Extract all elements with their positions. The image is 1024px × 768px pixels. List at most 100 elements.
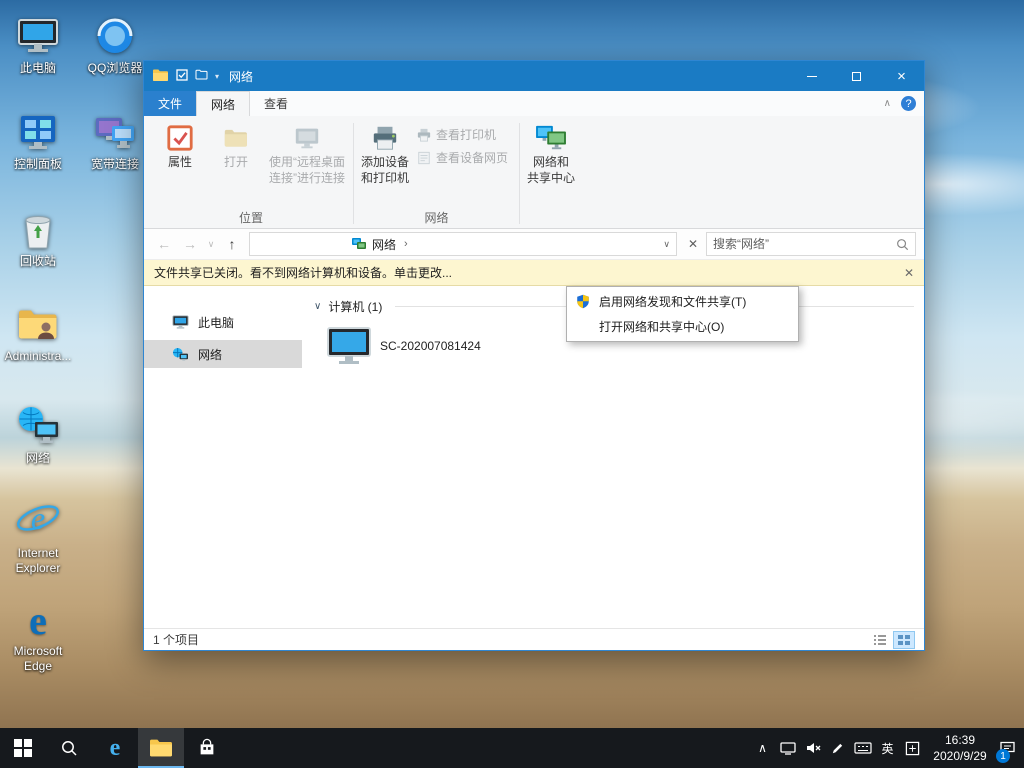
tab-file[interactable]: 文件 bbox=[144, 91, 196, 116]
forward-button[interactable]: → bbox=[178, 236, 202, 252]
nav-item-this-pc[interactable]: 此电脑 bbox=[144, 308, 302, 336]
ribbon-group-network: 添加设备 和打印机 查看打印机 查看设备网页 bbox=[357, 118, 516, 228]
computer-item-icon bbox=[326, 326, 372, 366]
uac-shield-icon bbox=[574, 294, 592, 309]
tray-network-icon[interactable] bbox=[775, 728, 800, 768]
tray-ime-language-indicator[interactable]: 英 bbox=[875, 728, 900, 768]
search-input[interactable] bbox=[707, 237, 896, 251]
tray-clock[interactable]: 16:39 2020/9/29 bbox=[925, 732, 995, 764]
recycle-bin-icon bbox=[0, 203, 76, 251]
notification-close-icon[interactable]: ✕ bbox=[904, 266, 914, 280]
notification-text: 文件共享已关闭。看不到网络计算机和设备。单击更改... bbox=[154, 264, 452, 281]
tray-ime-toolbar-icon[interactable] bbox=[900, 728, 925, 768]
desktop-icon-label: Administra... bbox=[0, 349, 76, 364]
desktop-icon-label: 回收站 bbox=[0, 254, 76, 269]
network-small-icon bbox=[172, 347, 189, 362]
network-sharing-center-icon bbox=[534, 124, 568, 152]
desktop-icon-broadband[interactable]: 宽带连接 bbox=[77, 106, 153, 172]
tab-view[interactable]: 查看 bbox=[250, 91, 302, 116]
desktop-icon-internet-explorer[interactable]: e Internet Explorer bbox=[0, 495, 76, 576]
tray-touch-keyboard-icon[interactable] bbox=[850, 728, 875, 768]
minimize-button[interactable] bbox=[789, 61, 834, 91]
desktop-icon-this-pc[interactable]: 此电脑 bbox=[0, 10, 76, 76]
ribbon: 属性 打开 使用“远程桌面 连接”进行连接 位置 bbox=[144, 116, 924, 229]
taskbar-store-button[interactable] bbox=[184, 728, 230, 768]
desktop-icon-administrator-folder[interactable]: Administra... bbox=[0, 298, 76, 364]
maximize-button[interactable] bbox=[834, 61, 879, 91]
collapse-ribbon-icon[interactable]: ∧ bbox=[884, 98, 891, 109]
details-view-button[interactable] bbox=[869, 631, 891, 649]
nav-item-network[interactable]: 网络 bbox=[144, 340, 302, 368]
desktop-icon-control-panel[interactable]: 控制面板 bbox=[0, 106, 76, 172]
computer-item-label: SC-202007081424 bbox=[380, 339, 481, 353]
broadband-icon bbox=[77, 106, 153, 154]
main-area: 此电脑 网络 ∨ 计算机 (1) SC-202007081424 bbox=[144, 286, 924, 628]
ribbon-separator bbox=[519, 123, 520, 224]
desktop-icon-label: Microsoft Edge bbox=[0, 644, 76, 674]
sharing-options-menu: 启用网络发现和文件共享(T) 打开网络和共享中心(O) bbox=[566, 286, 799, 342]
notification-bar[interactable]: 文件共享已关闭。看不到网络计算机和设备。单击更改... ✕ bbox=[144, 260, 924, 286]
stop-button[interactable]: ✕ bbox=[682, 237, 704, 251]
control-panel-icon bbox=[0, 106, 76, 154]
store-icon bbox=[197, 738, 217, 758]
desktop: 此电脑 QQ浏览器 控制面板 宽带连接 回收站 Administra... 网络… bbox=[0, 0, 1024, 768]
qat-dropdown-icon[interactable]: ▾ bbox=[215, 72, 219, 81]
recent-locations-dropdown-icon[interactable]: ∨ bbox=[204, 239, 218, 250]
tray-time: 16:39 bbox=[925, 732, 995, 748]
open-button[interactable]: 打开 bbox=[208, 121, 264, 174]
group-header-label: 计算机 (1) bbox=[328, 298, 382, 315]
taskbar-explorer-button[interactable] bbox=[138, 728, 184, 768]
taskbar-edge-button[interactable]: e bbox=[92, 728, 138, 768]
tray-volume-muted-icon[interactable] bbox=[800, 728, 825, 768]
menu-item-open-sharing-center[interactable]: 打开网络和共享中心(O) bbox=[569, 314, 796, 339]
remote-desktop-icon bbox=[293, 124, 321, 152]
desktop-icon-qq-browser[interactable]: QQ浏览器 bbox=[77, 10, 153, 76]
breadcrumb-chevron-icon[interactable]: › bbox=[404, 238, 408, 250]
remote-desktop-button[interactable]: 使用“远程桌面 连接”进行连接 bbox=[264, 121, 350, 189]
titlebar[interactable]: ▾ 网络 × bbox=[144, 61, 924, 91]
desktop-icon-microsoft-edge[interactable]: e Microsoft Edge bbox=[0, 593, 76, 674]
search-box bbox=[706, 232, 916, 256]
start-button[interactable] bbox=[0, 728, 46, 768]
back-button[interactable]: ← bbox=[152, 236, 176, 252]
address-bar[interactable]: 网络 › ∨ bbox=[249, 232, 677, 256]
qat-new-folder-icon[interactable] bbox=[195, 69, 208, 83]
desktop-icon-recycle-bin[interactable]: 回收站 bbox=[0, 203, 76, 269]
ribbon-group-label-location: 位置 bbox=[152, 209, 350, 228]
desktop-icon-network[interactable]: 网络 bbox=[0, 400, 76, 466]
desktop-icon-label: QQ浏览器 bbox=[77, 61, 153, 76]
network-icon bbox=[0, 400, 76, 448]
administrator-folder-icon bbox=[0, 298, 76, 346]
properties-button[interactable]: 属性 bbox=[152, 121, 208, 174]
tab-network[interactable]: 网络 bbox=[196, 91, 250, 116]
network-sharing-center-button[interactable]: 网络和 共享中心 bbox=[523, 121, 579, 189]
add-devices-printers-button[interactable]: 添加设备 和打印机 bbox=[357, 121, 413, 189]
view-printers-button[interactable]: 查看打印机 bbox=[413, 123, 504, 146]
ribbon-group-sharing-center: 网络和 共享中心 bbox=[523, 118, 579, 228]
file-explorer-icon bbox=[149, 738, 173, 758]
address-dropdown-icon[interactable]: ∨ bbox=[663, 239, 670, 250]
help-icon[interactable]: ? bbox=[901, 96, 916, 111]
view-device-webpage-button[interactable]: 查看设备网页 bbox=[413, 146, 516, 169]
menu-item-enable-discovery[interactable]: 启用网络发现和文件共享(T) bbox=[569, 289, 796, 314]
svg-text:e: e bbox=[31, 500, 45, 536]
ribbon-group-location: 属性 打开 使用“远程桌面 连接”进行连接 位置 bbox=[152, 118, 350, 228]
breadcrumb-network[interactable]: 网络 bbox=[372, 236, 396, 253]
qat-properties-icon[interactable] bbox=[176, 69, 188, 84]
desktop-icon-label: Internet Explorer bbox=[0, 546, 76, 576]
taskbar-search-button[interactable] bbox=[46, 728, 92, 768]
computer-item[interactable]: SC-202007081424 bbox=[322, 323, 572, 369]
taskbar: e ∧ 英 bbox=[0, 728, 1024, 768]
qq-browser-icon bbox=[77, 10, 153, 58]
action-center-button[interactable]: 1 bbox=[995, 728, 1020, 768]
tray-hidden-icons-chevron[interactable]: ∧ bbox=[750, 728, 775, 768]
tray-pen-icon[interactable] bbox=[825, 728, 850, 768]
explorer-window: ▾ 网络 × 文件 网络 查看 ∧ ? 属性 bbox=[143, 60, 925, 651]
open-icon bbox=[222, 124, 250, 152]
up-button[interactable]: ↑ bbox=[220, 236, 244, 252]
microsoft-edge-icon: e bbox=[0, 593, 76, 641]
collapse-group-icon[interactable]: ∨ bbox=[314, 301, 321, 312]
large-icons-view-button[interactable] bbox=[893, 631, 915, 649]
close-button[interactable]: × bbox=[879, 61, 924, 91]
properties-icon bbox=[166, 124, 194, 152]
